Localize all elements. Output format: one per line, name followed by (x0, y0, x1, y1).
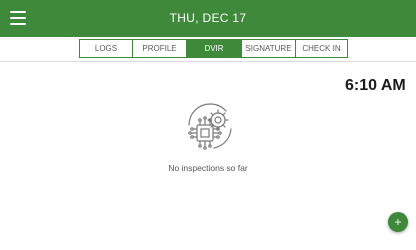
clock: 6:10 AM (345, 77, 406, 94)
empty-state-message: No inspections so far (168, 163, 248, 173)
page-title: THU, DEC 17 (169, 11, 247, 25)
tab-group: LOGS PROFILE DVIR SIGNATURE CHECK IN (79, 39, 348, 58)
app-bar: THU, DEC 17 (0, 0, 416, 37)
tab-logs[interactable]: LOGS (79, 39, 133, 58)
tab-check-in[interactable]: CHECK IN (296, 39, 348, 58)
divider (0, 61, 416, 62)
moon-icon[interactable] (388, 8, 408, 28)
tab-profile[interactable]: PROFILE (133, 39, 187, 58)
tab-signature[interactable]: SIGNATURE (242, 39, 296, 58)
gear-chip-icon (188, 103, 232, 150)
add-inspection-button[interactable]: + (388, 212, 408, 232)
tab-bar: LOGS PROFILE DVIR SIGNATURE CHECK IN 6:1… (0, 37, 416, 94)
tab-dvir[interactable]: DVIR (187, 39, 242, 58)
